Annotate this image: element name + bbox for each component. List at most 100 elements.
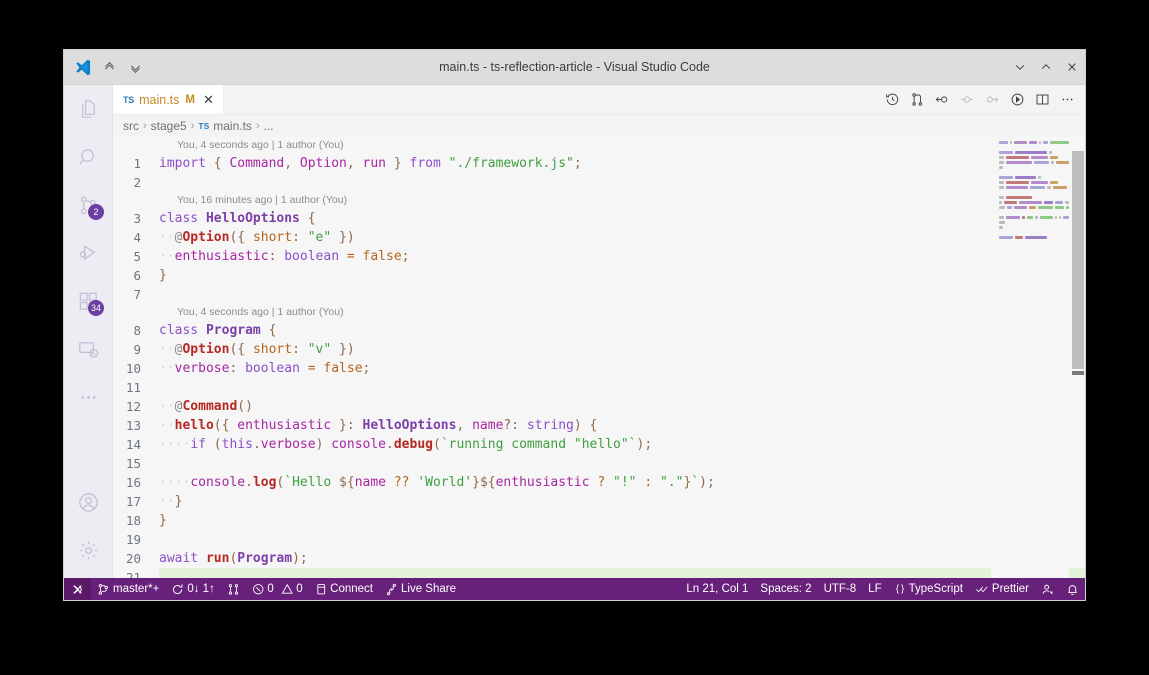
manage-settings-button[interactable] bbox=[64, 526, 112, 574]
line-number: 6 bbox=[133, 268, 141, 283]
status-cursor-label: Ln 21, Col 1 bbox=[686, 583, 749, 595]
status-sync-changes[interactable]: 0↓ 1↑ bbox=[165, 578, 221, 600]
title-bar-left bbox=[64, 58, 144, 77]
status-language-label: TypeScript bbox=[908, 583, 963, 595]
status-error-count: 0 bbox=[267, 583, 274, 595]
line-content: ··enthusiastic: boolean = false; bbox=[159, 249, 410, 264]
sidebar-item-run-and-debug[interactable] bbox=[64, 229, 112, 277]
line-number: 11 bbox=[125, 380, 141, 395]
account-icon bbox=[77, 491, 100, 514]
more-actions-icon[interactable] bbox=[1057, 90, 1077, 110]
git-graph-icon[interactable] bbox=[907, 90, 927, 110]
sidebar-item-explorer[interactable] bbox=[64, 85, 112, 133]
tab-main-ts[interactable]: TS main.ts M ✕ bbox=[113, 85, 224, 114]
activity-bar: 2 34 bbox=[64, 85, 113, 578]
code-line-6: 6 } bbox=[113, 266, 1085, 285]
status-connect-label: Connect bbox=[330, 583, 373, 595]
blame-text: You, 4 seconds ago | 1 author (You) bbox=[177, 139, 344, 151]
git-compare-icon bbox=[227, 583, 240, 596]
line-content: ····console.log(`Hello ${name ?? 'World'… bbox=[159, 475, 715, 490]
code-line-7: 7 bbox=[113, 285, 1085, 304]
line-number: 18 bbox=[125, 513, 141, 528]
braces-icon bbox=[894, 583, 906, 595]
step-forward-icon[interactable] bbox=[982, 90, 1002, 110]
status-git-compare[interactable] bbox=[221, 578, 246, 600]
status-feedback[interactable] bbox=[1035, 578, 1060, 600]
maximize-button[interactable] bbox=[1033, 50, 1059, 84]
code-line-17: 17 ··} bbox=[113, 492, 1085, 511]
run-debug-icon bbox=[77, 242, 100, 265]
breadcrumb-item-stage5[interactable]: stage5 bbox=[151, 119, 187, 133]
split-editor-icon[interactable] bbox=[1032, 90, 1052, 110]
status-notifications[interactable] bbox=[1060, 578, 1085, 600]
code-line-11: 11 bbox=[113, 378, 1085, 397]
extensions-badge: 34 bbox=[87, 300, 104, 316]
sidebar-item-search[interactable] bbox=[64, 133, 112, 181]
status-bar-right: Ln 21, Col 1 Spaces: 2 UTF-8 LF TypeScri… bbox=[680, 578, 1085, 600]
step-pause-icon[interactable] bbox=[957, 90, 977, 110]
sidebar-item-more-views[interactable] bbox=[64, 373, 112, 421]
source-control-badge: 2 bbox=[88, 204, 104, 220]
code-line-12: 12 ··@Command() bbox=[113, 397, 1085, 416]
connect-icon bbox=[315, 583, 328, 596]
code-line-1: 1 import { Command, Option, run } from "… bbox=[113, 154, 1085, 173]
window-body: 2 34 TS main.ts M ✕ src › stage5 › TS ma… bbox=[64, 85, 1085, 578]
breadcrumb-separator: › bbox=[255, 120, 260, 132]
accounts-button[interactable] bbox=[64, 478, 112, 526]
line-number: 10 bbox=[125, 361, 141, 376]
search-icon bbox=[77, 146, 100, 169]
breadcrumb-item-main-ts[interactable]: main.ts bbox=[213, 119, 252, 133]
tab-bar: TS main.ts M ✕ bbox=[113, 85, 1085, 115]
status-live-share-label: Live Share bbox=[401, 583, 456, 595]
run-play-icon[interactable] bbox=[1007, 90, 1027, 110]
status-indentation[interactable]: Spaces: 2 bbox=[754, 578, 817, 600]
close-button[interactable] bbox=[1059, 50, 1085, 84]
code-line-16: 16 ····console.log(`Hello ${name ?? 'Wor… bbox=[113, 473, 1085, 492]
chevron-up-icon[interactable] bbox=[100, 58, 118, 76]
typescript-file-icon: TS bbox=[198, 121, 210, 131]
status-prettier-label: Prettier bbox=[991, 583, 1029, 595]
line-content: ····if (this.verbose) console.debug(`run… bbox=[159, 437, 653, 452]
history-icon[interactable] bbox=[882, 90, 902, 110]
status-live-share[interactable]: Live Share bbox=[379, 578, 462, 600]
status-cursor-position[interactable]: Ln 21, Col 1 bbox=[680, 578, 754, 600]
code-line-18: 18 } bbox=[113, 511, 1085, 530]
line-content: ··verbose: boolean = false; bbox=[159, 361, 371, 376]
line-content: ··} bbox=[159, 494, 183, 509]
remote-explorer-icon bbox=[77, 338, 100, 361]
status-problems[interactable]: 0 0 bbox=[246, 578, 309, 600]
editor-vertical-scrollbar[interactable] bbox=[1071, 137, 1085, 578]
code-line-14: 14 ····if (this.verbose) console.debug(`… bbox=[113, 435, 1085, 454]
code-editor[interactable]: You, 4 seconds ago | 1 author (You) 1 im… bbox=[113, 137, 1085, 578]
status-eol-label: LF bbox=[868, 583, 882, 595]
status-prettier[interactable]: Prettier bbox=[969, 578, 1035, 600]
remote-indicator[interactable] bbox=[64, 578, 91, 600]
vscode-window: main.ts - ts-reflection-article - Visual… bbox=[64, 50, 1085, 600]
chevron-down-icon[interactable] bbox=[126, 58, 144, 76]
live-share-icon bbox=[385, 583, 398, 596]
sidebar-item-extensions[interactable]: 34 bbox=[64, 277, 112, 325]
scrollbar-thumb[interactable] bbox=[1072, 151, 1084, 369]
status-connect[interactable]: Connect bbox=[309, 578, 379, 600]
line-number: 21 bbox=[113, 568, 159, 578]
breadcrumb-item-symbols[interactable]: ... bbox=[264, 119, 274, 133]
line-content: await run(Program); bbox=[159, 551, 308, 566]
tab-close-icon[interactable]: ✕ bbox=[203, 93, 214, 106]
status-eol[interactable]: LF bbox=[862, 578, 887, 600]
sidebar-item-source-control[interactable]: 2 bbox=[64, 181, 112, 229]
line-number: 8 bbox=[133, 323, 141, 338]
breadcrumb-item-src[interactable]: src bbox=[123, 119, 139, 133]
minimize-button[interactable] bbox=[1007, 50, 1033, 84]
blame-annotation: You, 4 seconds ago | 1 author (You) bbox=[113, 304, 1085, 321]
sidebar-item-remote-explorer[interactable] bbox=[64, 325, 112, 373]
status-encoding[interactable]: UTF-8 bbox=[818, 578, 863, 600]
step-back-icon[interactable] bbox=[932, 90, 952, 110]
minimap[interactable] bbox=[991, 137, 1069, 578]
line-number: 15 bbox=[125, 456, 141, 471]
status-language-mode[interactable]: TypeScript bbox=[888, 578, 969, 600]
status-sync-label: 0↓ 1↑ bbox=[187, 583, 215, 595]
status-git-branch[interactable]: master*+ bbox=[91, 578, 165, 600]
line-content: ··hello({ enthusiastic }: HelloOptions, … bbox=[159, 418, 598, 433]
editor-area: TS main.ts M ✕ src › stage5 › TS main.ts… bbox=[113, 85, 1085, 578]
check-check-icon bbox=[975, 583, 989, 595]
